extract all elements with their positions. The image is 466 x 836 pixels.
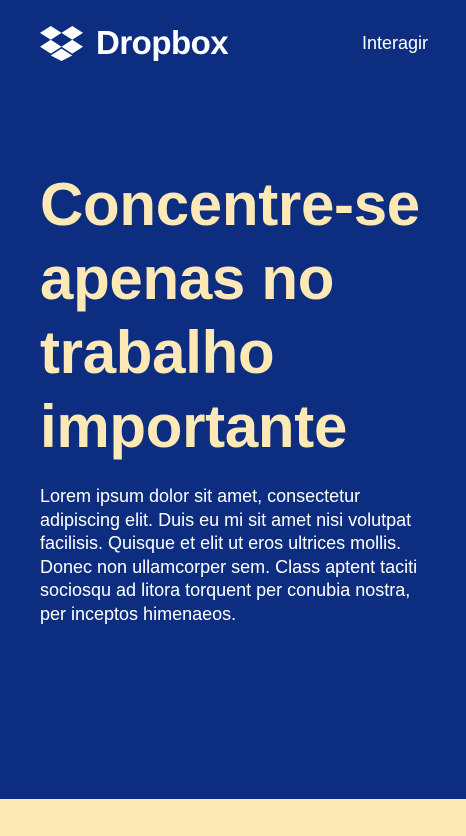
site-header: Dropbox Interagir <box>40 24 428 62</box>
hero-section: Dropbox Interagir Concentre-se apenas no… <box>0 0 466 799</box>
dropbox-logo-icon <box>40 25 83 61</box>
page: Dropbox Interagir Concentre-se apenas no… <box>0 0 466 836</box>
nav-interagir-link[interactable]: Interagir <box>362 32 428 54</box>
hero-body-text: Lorem ipsum dolor sit amet, consectetur … <box>40 486 418 624</box>
hero-headline: Concentre-se apenas no trabalho importan… <box>40 171 420 460</box>
brand-name: Dropbox <box>96 24 229 61</box>
bottom-accent-band <box>0 799 466 836</box>
brand-link[interactable]: Dropbox <box>40 24 229 62</box>
